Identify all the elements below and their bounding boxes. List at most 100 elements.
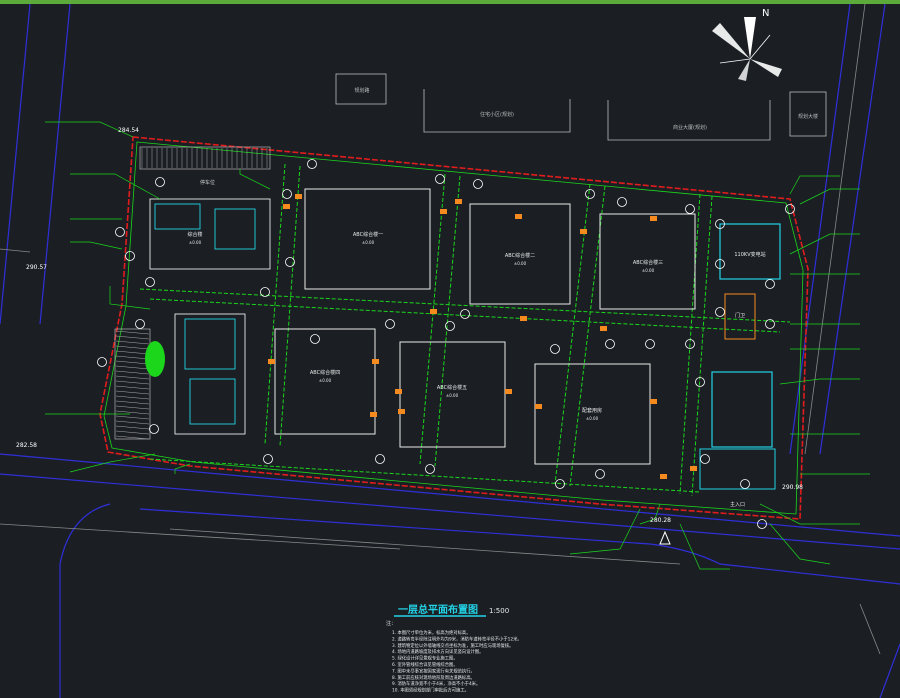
notes-header: 注： xyxy=(386,620,396,627)
orange-marker xyxy=(268,359,275,364)
orange-marker xyxy=(283,204,290,209)
building-label-4: ABC综合楼四 xyxy=(310,369,340,376)
leader-line xyxy=(769,523,831,565)
north-arrow-icon xyxy=(712,17,782,81)
orange-marker xyxy=(690,466,697,471)
parking-stall xyxy=(115,435,150,440)
parking-stall xyxy=(115,415,150,420)
building-label-8: 110KV变电站 xyxy=(734,251,765,258)
axis-circle xyxy=(135,319,145,329)
axis-circle xyxy=(260,287,270,297)
building-label-0: 综合楼 xyxy=(187,231,202,238)
leader-line xyxy=(569,508,641,555)
leader-line xyxy=(759,503,860,525)
parking-stall xyxy=(115,350,150,355)
building-label-5: ABC综合楼五 xyxy=(437,384,467,391)
parking-stall xyxy=(115,400,150,405)
note-line: 10. 本图须经规划部门审批后方可施工。 xyxy=(392,687,469,694)
note-line: 9. 消防车道净宽不小于4米，净高不小于4米。 xyxy=(392,680,480,687)
leader-line xyxy=(70,173,161,200)
axis-circle xyxy=(605,339,615,349)
axis-circle xyxy=(765,279,775,289)
orange-marker xyxy=(455,199,462,204)
axis-circle xyxy=(715,307,725,317)
axis-circle xyxy=(145,277,155,287)
axis-circle xyxy=(97,357,107,367)
parking-strips xyxy=(114,146,271,440)
drawing-title: 一层总平面布置图 xyxy=(398,603,478,616)
parking-stall xyxy=(115,370,150,375)
orange-marker xyxy=(430,309,437,314)
note-line: 8. 施工前应核对现场地形及周边道路标高。 xyxy=(392,674,475,681)
parking-stall xyxy=(115,380,150,385)
axis-circle xyxy=(375,454,385,464)
orange-marker xyxy=(650,216,657,221)
axis-circle xyxy=(282,189,292,199)
parking-stall xyxy=(115,340,150,345)
drawing-scale: 1:500 xyxy=(489,607,509,615)
building-label-3: ABC综合楼三 xyxy=(633,259,663,266)
orange-marker xyxy=(440,209,447,214)
leader-line xyxy=(70,241,123,250)
axis-circle xyxy=(310,334,320,344)
parking-stall xyxy=(115,425,150,430)
building-sub-2: ±0.00 xyxy=(514,261,527,266)
parking-stall xyxy=(115,375,150,380)
building-sub-1: ±0.00 xyxy=(362,240,375,245)
orange-marker xyxy=(580,229,587,234)
building-sub-3: ±0.00 xyxy=(642,268,655,273)
axis-circle xyxy=(435,174,445,184)
axis-circle xyxy=(550,344,560,354)
orange-marker xyxy=(505,389,512,394)
parking-stall xyxy=(115,430,150,435)
orange-marker xyxy=(650,399,657,404)
leader-line xyxy=(109,286,151,310)
building-outline-1 xyxy=(304,188,431,290)
parking-stall xyxy=(115,385,150,390)
parking-stall xyxy=(115,405,150,410)
parking-stall xyxy=(115,395,150,400)
parking-label: 停车位 xyxy=(200,179,215,186)
coordinate-leaders xyxy=(45,121,870,570)
parking-stall xyxy=(115,335,150,340)
context-label-1: 规划路 xyxy=(354,87,369,94)
axis-circle xyxy=(125,251,135,261)
orange-marker xyxy=(295,194,302,199)
building-label-6: 配套用房 xyxy=(582,407,602,414)
elev-right: 290.98 xyxy=(782,484,803,491)
building-outline-7 xyxy=(174,313,246,435)
building-sub-5: ±0.00 xyxy=(446,393,459,398)
parking-stall xyxy=(115,355,150,360)
context-label-4: 规划大楼 xyxy=(798,113,818,120)
axis-circle xyxy=(700,454,710,464)
building-sub-0: ±0.00 xyxy=(189,240,202,245)
building-label-7: 门卫 xyxy=(735,312,745,319)
building-outline-0 xyxy=(149,198,271,270)
building-sub-6: ±0.00 xyxy=(586,416,599,421)
note-line: 7. 图中未尽事宜按国家现行有关规范执行。 xyxy=(392,667,475,674)
axis-circle xyxy=(149,424,159,434)
orange-marker xyxy=(398,409,405,414)
note-line: 5. 绿化设计详见景观专业施工图。 xyxy=(392,655,458,662)
orange-marker xyxy=(600,326,607,331)
axis-circle xyxy=(585,189,595,199)
parking-stall xyxy=(115,410,150,415)
axis-circle xyxy=(460,309,470,319)
leader-line xyxy=(799,188,860,205)
building-labels: 综合楼 ±0.00 ABC综合楼一 ±0.00 ABC综合楼二 ±0.00 AB… xyxy=(187,231,765,421)
note-line: 1. 本图尺寸单位为米，标高为绝对标高。 xyxy=(392,629,471,636)
elev-top-left: 284.54 xyxy=(118,127,139,134)
axis-circle xyxy=(785,204,795,214)
note-line: 6. 室外管线综合详见管线综合图。 xyxy=(392,661,458,668)
top-context-buildings xyxy=(335,73,827,141)
orange-marker xyxy=(520,316,527,321)
road-edges xyxy=(0,4,900,698)
cad-site-plan: 规划路 住宅小区(规划) 商业大厦(规划) 规划大楼 N 停车位 综合楼 ±0.… xyxy=(0,4,900,698)
building-outline-6 xyxy=(534,363,651,465)
note-line: 2. 道路转弯半径除注明外均为9米，消防车道转弯半径不小于12米。 xyxy=(392,635,522,642)
parking-stall xyxy=(115,360,150,365)
axis-circle xyxy=(263,454,273,464)
entrance-label: 主入口 xyxy=(730,501,745,508)
building-footprints xyxy=(149,188,781,490)
elev-bottom-left: 282.58 xyxy=(16,442,37,449)
